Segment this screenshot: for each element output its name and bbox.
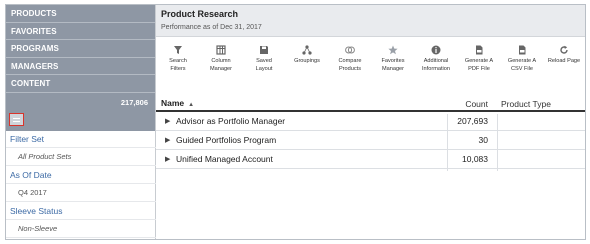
column-manager-label: Column Manager (209, 58, 233, 72)
row-count: 10,083 (462, 154, 488, 164)
nav-programs[interactable]: PROGRAMS (6, 40, 155, 58)
table-row[interactable]: ▶ Guided Portfolios Program 30 (156, 131, 585, 150)
generate-pdf-button[interactable]: Generate A PDF File (457, 45, 501, 73)
expand-arrow-icon[interactable]: ▶ (165, 136, 170, 144)
column-manager-button[interactable]: Column Manager (199, 45, 243, 73)
pdf-file-icon (476, 45, 483, 55)
additional-information-label: Additional Information (422, 58, 450, 72)
as-of-date-label[interactable]: As Of Date (6, 166, 156, 184)
name-column-header[interactable]: Name ▲ (161, 98, 194, 108)
page-title: Product Research (161, 9, 239, 19)
row-name[interactable]: Guided Portfolios Program (176, 135, 276, 145)
row-count: 207,693 (457, 116, 488, 126)
additional-information-icon (431, 45, 441, 55)
search-filters-button[interactable]: Search Filters (156, 45, 200, 73)
filter-toggle-button[interactable] (9, 112, 24, 126)
reload-icon (560, 45, 568, 54)
nav-managers[interactable]: MANAGERS (6, 57, 155, 75)
compare-products-icon (345, 46, 355, 54)
reload-page-button[interactable]: Reload Page (542, 45, 585, 66)
generate-pdf-label: Generate A PDF File (464, 58, 494, 72)
groupings-icon (302, 45, 312, 55)
nav-favorites[interactable]: FAVORITES (6, 22, 155, 40)
groupings-button[interactable]: Groupings (285, 45, 329, 66)
sidebar: PRODUCTS FAVORITES PROGRAMS MANAGERS CON… (6, 5, 156, 239)
search-filters-label: Search Filters (169, 58, 187, 72)
as-of-date-value[interactable]: Q4 2017 (6, 184, 156, 202)
search-filters-icon (174, 46, 182, 54)
generate-csv-button[interactable]: Generate A CSV File (500, 45, 544, 73)
groupings-label: Groupings (294, 58, 320, 64)
sleeve-status-value[interactable]: Non-Sleeve (6, 220, 156, 238)
sort-ascending-icon: ▲ (188, 102, 195, 108)
count-column-header[interactable]: Count (465, 99, 488, 109)
row-name[interactable]: Unified Managed Account (176, 154, 273, 164)
row-count: 30 (478, 135, 488, 145)
toolbar: Search Filters Column Manager Saved Layo… (156, 45, 585, 81)
content-panel: 217,806 (6, 92, 155, 131)
saved-layout-button[interactable]: Saved Layout (242, 45, 286, 73)
favorites-manager-icon (388, 45, 398, 55)
table-row[interactable]: ▶ Advisor as Portfolio Manager 207,693 (156, 112, 585, 131)
filter-set-value[interactable]: All Product Sets (6, 148, 156, 166)
title-bar: Product Research Performance as of Dec 3… (156, 5, 585, 37)
main-panel: Product Research Performance as of Dec 3… (156, 5, 585, 239)
filter-set-label[interactable]: Filter Set (6, 130, 156, 148)
row-name[interactable]: Advisor as Portfolio Manager (176, 116, 285, 126)
menu-icon (13, 117, 20, 119)
nav-products[interactable]: PRODUCTS (6, 5, 155, 23)
content-count: 217,806 (120, 97, 148, 107)
saved-layout-label: Saved Layout (255, 58, 273, 72)
product-type-column-header[interactable]: Product Type (501, 99, 551, 109)
saved-layout-icon (260, 46, 268, 54)
favorites-manager-button[interactable]: Favorites Manager (371, 45, 415, 73)
menu-icon-line (13, 120, 20, 122)
csv-file-icon (519, 45, 526, 55)
additional-information-button[interactable]: Additional Information (414, 45, 458, 73)
app-frame: PRODUCTS FAVORITES PROGRAMS MANAGERS CON… (5, 4, 586, 240)
compare-products-button[interactable]: Compare Products (328, 45, 372, 73)
table-row[interactable]: ▶ Unified Managed Account 10,083 (156, 150, 585, 169)
sleeve-status-label[interactable]: Sleeve Status (6, 202, 156, 220)
name-header-label: Name (161, 98, 185, 108)
expand-arrow-icon[interactable]: ▶ (165, 117, 170, 125)
favorites-manager-label: Favorites Manager (381, 58, 405, 72)
results-table: Name ▲ Count Product Type ▶ Advisor as Po… (156, 93, 585, 171)
expand-arrow-icon[interactable]: ▶ (165, 155, 170, 163)
compare-products-label: Compare Products (338, 58, 362, 72)
reload-page-label: Reload Page (547, 58, 581, 64)
page-subtitle: Performance as of Dec 31, 2017 (161, 24, 262, 31)
filter-group: Filter Set All Product Sets As Of Date Q… (6, 130, 156, 238)
nav-content[interactable]: CONTENT (6, 75, 155, 93)
table-header: Name ▲ Count Product Type (156, 93, 585, 112)
column-manager-icon (216, 45, 226, 55)
generate-csv-label: Generate A CSV File (507, 58, 537, 72)
